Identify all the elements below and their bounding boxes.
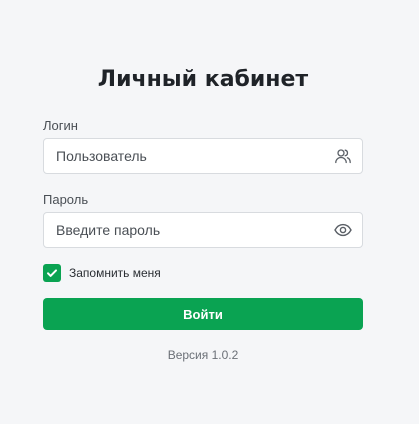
remember-me-label: Запомнить меня: [69, 266, 161, 280]
password-label: Пароль: [43, 192, 89, 207]
version-text: Версия 1.0.2: [167, 348, 239, 362]
check-icon: [47, 269, 57, 277]
username-label: Логин: [43, 118, 78, 133]
remember-me-row[interactable]: Запомнить меня: [43, 264, 363, 282]
password-field-wrapper: [43, 212, 363, 248]
login-button[interactable]: Войти: [43, 298, 363, 330]
eye-icon[interactable]: [334, 221, 352, 239]
password-input[interactable]: [44, 213, 326, 247]
username-input[interactable]: [44, 139, 326, 173]
page-title: Личный кабинет: [97, 67, 309, 92]
remember-me-checkbox[interactable]: [43, 264, 61, 282]
login-card: Личный кабинет Логин Пароль З: [43, 62, 363, 362]
username-field-wrapper: [43, 138, 363, 174]
users-icon: [334, 147, 352, 165]
